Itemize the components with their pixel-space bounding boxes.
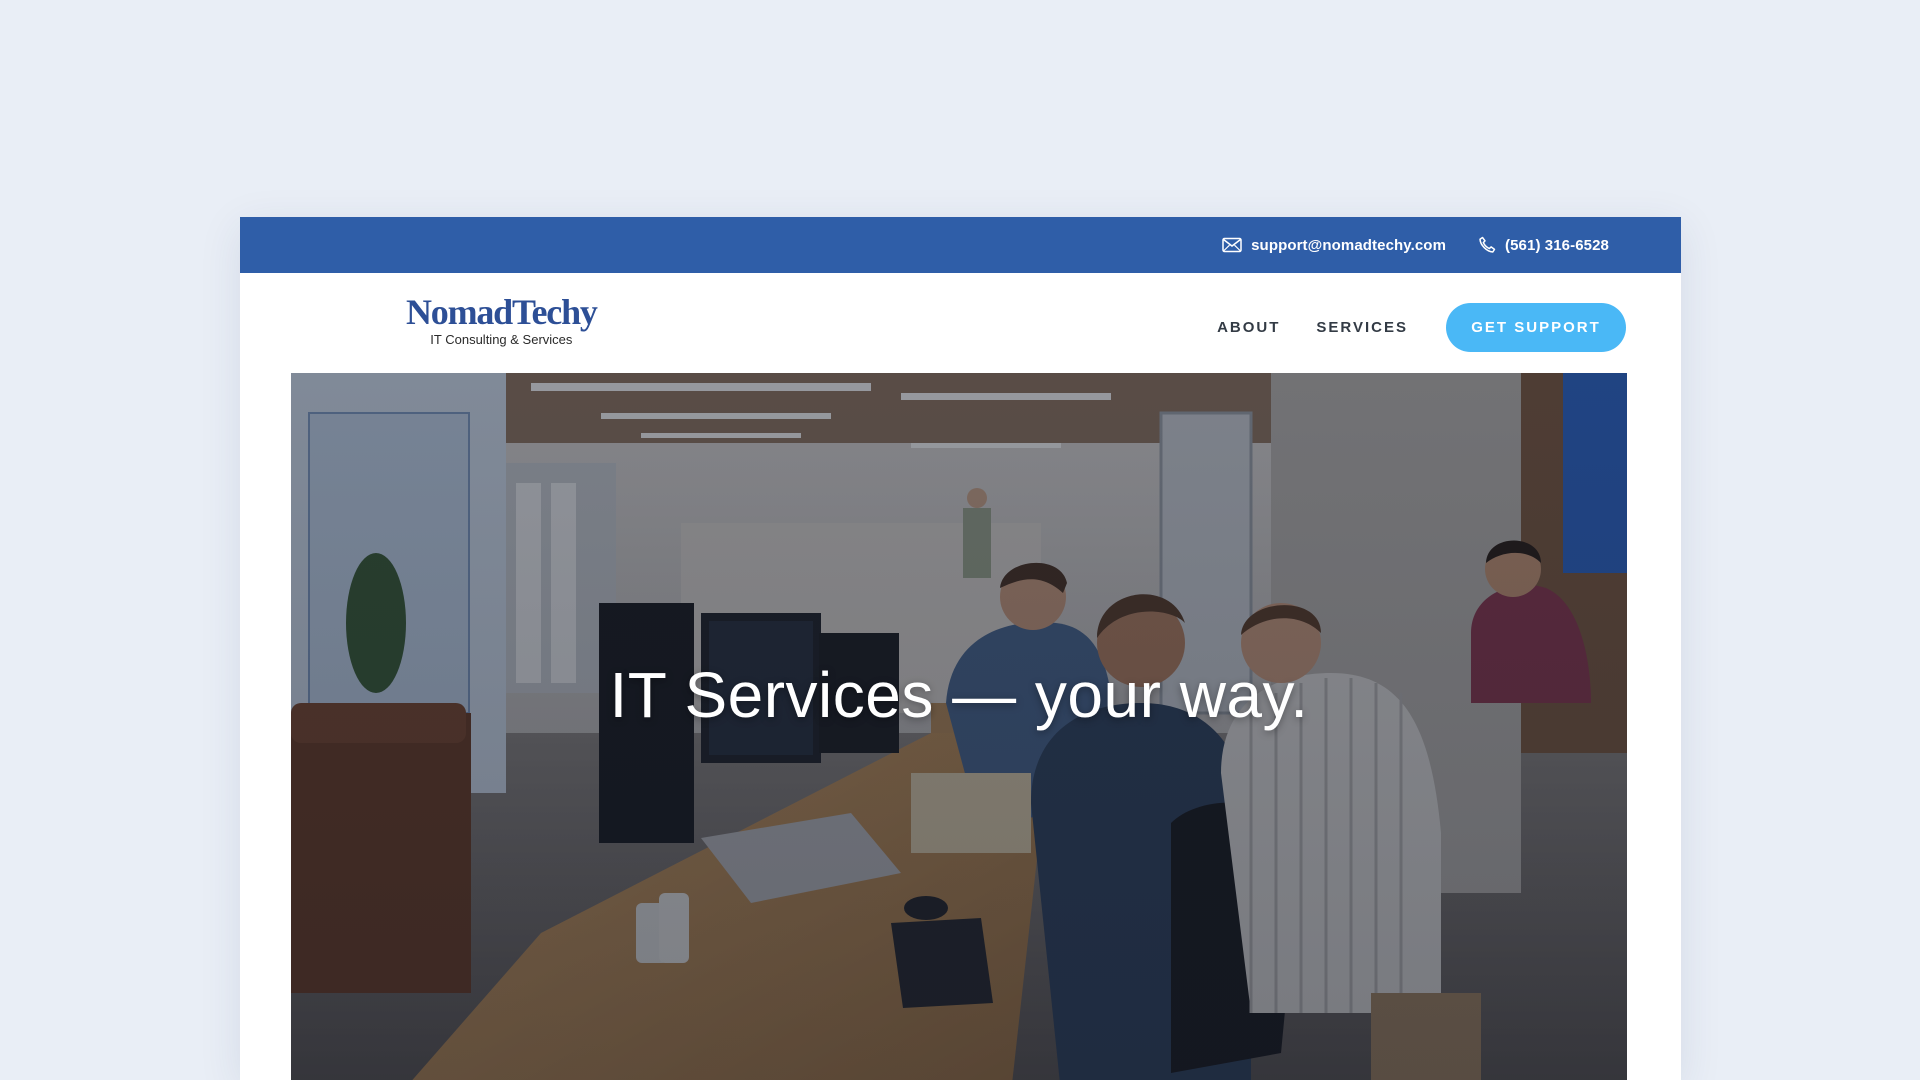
hero-headline: IT Services — your way. [609,659,1309,731]
logo[interactable]: NomadTechy IT Consulting & Services [406,292,598,347]
site-header: NomadTechy IT Consulting & Services ABOU… [240,273,1681,373]
nav-services[interactable]: SERVICES [1316,319,1408,336]
phone-link[interactable]: (561) 316-6528 [1478,236,1609,254]
main-nav: ABOUT SERVICES GET SUPPORT [1217,303,1626,352]
contact-bar: support@nomadtechy.com (561) 316-6528 [240,217,1681,273]
email-text: support@nomadtechy.com [1251,236,1447,254]
nav-about[interactable]: ABOUT [1217,319,1280,336]
envelope-icon [1222,237,1242,253]
hero-banner: IT Services — your way. [291,373,1627,1080]
phone-text: (561) 316-6528 [1505,236,1609,254]
logo-wordmark: NomadTechy [406,292,598,332]
get-support-button[interactable]: GET SUPPORT [1446,303,1626,352]
phone-icon [1479,236,1496,253]
email-link[interactable]: support@nomadtechy.com [1222,237,1446,254]
logo-tagline: IT Consulting & Services [430,332,573,347]
website-frame: support@nomadtechy.com (561) 316-6528 No… [240,217,1681,1080]
